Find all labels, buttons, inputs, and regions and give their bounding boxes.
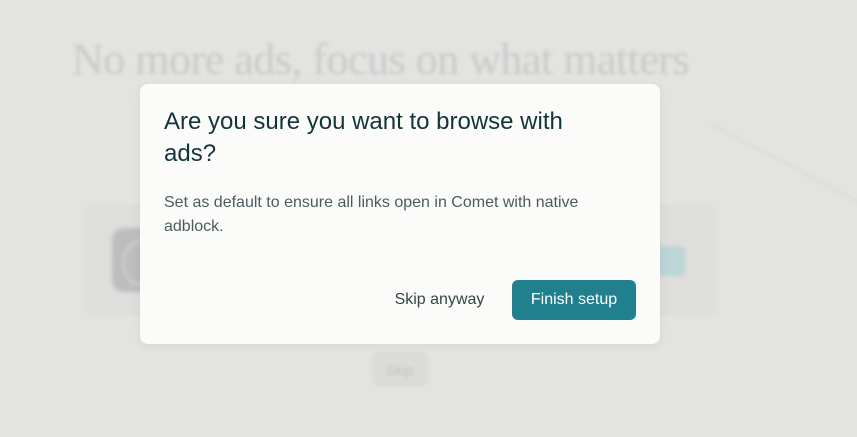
background-decoration-line bbox=[711, 123, 857, 219]
background-headline: No more ads, focus on what matters bbox=[72, 35, 690, 84]
finish-setup-button[interactable]: Finish setup bbox=[512, 280, 636, 320]
dialog-title: Are you sure you want to browse with ads… bbox=[164, 108, 563, 167]
background-skip-label: Skip bbox=[386, 362, 414, 378]
confirm-browse-with-ads-dialog: Are you sure you want to browse with ads… bbox=[140, 84, 660, 344]
skip-anyway-button[interactable]: Skip anyway bbox=[380, 280, 499, 320]
dialog-description: Set as default to ensure all links open … bbox=[164, 194, 579, 235]
